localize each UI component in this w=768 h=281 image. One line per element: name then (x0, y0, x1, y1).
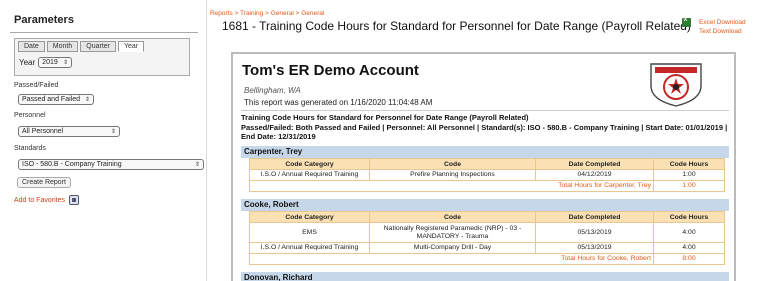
parameters-sidebar: Parameters Date Month Quarter Year Year … (0, 0, 207, 281)
col-code-hours: Code Hours (653, 158, 725, 170)
cell-hours: 4:00 (653, 242, 725, 254)
select-arrows-icon: ⇕ (84, 97, 90, 103)
year-select-value: 2019 (42, 59, 58, 66)
breadcrumb[interactable]: Reports > Training > General > General (210, 10, 324, 17)
passed-failed-value: Passed and Failed (22, 96, 80, 103)
col-date-completed: Date Completed (535, 158, 654, 170)
account-name: Tom's ER Demo Account (242, 62, 419, 79)
page-title: 1681 - Training Code Hours for Standard … (222, 19, 691, 33)
training-table: Code Category Code Date Completed Code H… (249, 211, 725, 265)
tab-month[interactable]: Month (46, 41, 79, 52)
excel-download-link[interactable]: Excel Download (699, 19, 746, 26)
divider (10, 32, 198, 33)
standards-value: ISO - 580.B - Company Training (22, 161, 122, 168)
personnel-group: Donovan, Richard (241, 272, 729, 281)
report-title: Training Code Hours for Standard for Per… (241, 113, 529, 122)
parameters-title: Parameters (14, 14, 74, 26)
col-code-hours: Code Hours (653, 211, 725, 223)
table-row: I.S.O / Annual Required Training Prefire… (249, 169, 725, 181)
cell-category: EMS (249, 222, 370, 243)
cell-category: I.S.O / Annual Required Training (249, 242, 370, 254)
cell-date: 04/12/2019 (535, 169, 654, 181)
date-range-panel: Date Month Quarter Year Year 2019 ⇕ (14, 38, 190, 76)
personnel-group: Carpenter, Trey Code Category Code Date … (241, 146, 729, 192)
tab-date[interactable]: Date (18, 41, 45, 52)
total-hours: 1:00 (653, 180, 725, 192)
total-row: Total Hours for Carpenter, Trey 1:00 (249, 180, 725, 192)
personnel-name: Donovan, Richard (241, 272, 729, 281)
col-code-category: Code Category (249, 158, 370, 170)
report-document: Tom's ER Demo Account Bellingham, WA Thi… (231, 52, 736, 281)
total-row: Total Hours for Cooke, Robert 8:00 (249, 253, 725, 265)
personnel-label: Personnel (14, 112, 46, 119)
date-range-tabs: Date Month Quarter Year (18, 41, 146, 52)
year-label: Year (19, 58, 36, 67)
report-filters: Passed/Failed: Both Passed and Failed | … (241, 123, 728, 141)
select-arrows-icon: ⇕ (110, 129, 116, 135)
col-code: Code (369, 158, 536, 170)
table-header-row: Code Category Code Date Completed Code H… (249, 211, 725, 223)
create-report-button[interactable]: Create Report (17, 177, 71, 188)
cell-code: Prefire Planning Inspections (369, 169, 536, 181)
cell-code: Multi-Company Drill - Day (369, 242, 536, 254)
generated-timestamp: This report was generated on 1/16/2020 1… (244, 98, 433, 107)
cell-hours: 1:00 (653, 169, 725, 181)
col-date-completed: Date Completed (535, 211, 654, 223)
table-row: EMS Nationally Registered Paramedic (NRP… (249, 222, 725, 243)
cell-date: 05/13/2019 (535, 242, 654, 254)
personnel-name: Carpenter, Trey (241, 146, 729, 158)
account-location: Bellingham, WA (244, 86, 301, 95)
table-row: I.S.O / Annual Required Training Multi-C… (249, 242, 725, 254)
year-row: Year 2019 ⇕ (19, 57, 73, 68)
passed-failed-select[interactable]: Passed and Failed ⇕ (18, 94, 94, 105)
cell-hours: 4:00 (653, 222, 725, 243)
tab-year[interactable]: Year (118, 41, 145, 52)
fire-department-seal-icon (650, 63, 702, 107)
favorites-icon (68, 195, 79, 205)
training-table: Code Category Code Date Completed Code H… (249, 158, 725, 192)
personnel-name: Cooke, Robert (241, 199, 729, 211)
total-hours: 8:00 (653, 253, 725, 265)
total-label: Total Hours for Carpenter, Trey (249, 180, 654, 192)
divider (241, 110, 729, 111)
total-label: Total Hours for Cooke, Robert (249, 253, 654, 265)
col-code-category: Code Category (249, 211, 370, 223)
table-header-row: Code Category Code Date Completed Code H… (249, 158, 725, 170)
year-select[interactable]: 2019 ⇕ (38, 57, 73, 68)
col-code: Code (369, 211, 536, 223)
report-main: Reports > Training > General > General 1… (208, 0, 768, 281)
personnel-group: Cooke, Robert Code Category Code Date Co… (241, 199, 729, 265)
text-download-link[interactable]: Text Download (699, 28, 742, 35)
add-to-favorites-link[interactable]: Add to Favorites (14, 195, 79, 205)
tab-quarter[interactable]: Quarter (80, 41, 116, 52)
cell-code: Nationally Registered Paramedic (NRP) - … (369, 222, 536, 243)
standards-label: Standards (14, 145, 46, 152)
cell-date: 05/13/2019 (535, 222, 654, 243)
select-arrows-icon: ⇕ (194, 162, 200, 168)
personnel-select[interactable]: All Personnel ⇕ (18, 126, 120, 137)
personnel-value: All Personnel (22, 128, 64, 135)
cell-category: I.S.O / Annual Required Training (249, 169, 370, 181)
passed-failed-label: Passed/Failed (14, 82, 59, 89)
excel-icon[interactable] (682, 16, 691, 27)
add-to-favorites-label: Add to Favorites (14, 196, 65, 204)
standards-select[interactable]: ISO - 580.B - Company Training ⇕ (18, 159, 204, 170)
select-arrows-icon: ⇕ (63, 60, 69, 66)
